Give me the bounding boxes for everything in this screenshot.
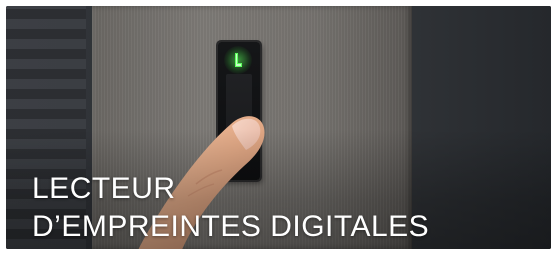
caption-line-2: D’EMPREINTES DIGITALES bbox=[32, 210, 430, 243]
card-caption: LECTEUR D’EMPREINTES DIGITALES bbox=[32, 170, 429, 246]
caption-line-1: LECTEUR bbox=[32, 172, 176, 205]
status-led-icon bbox=[224, 46, 252, 74]
feature-card[interactable]: LECTEUR D’EMPREINTES DIGITALES bbox=[6, 6, 551, 249]
